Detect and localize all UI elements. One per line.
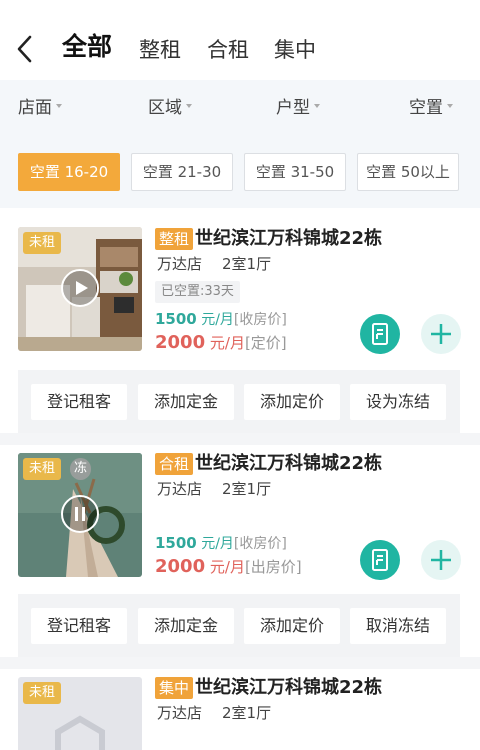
filter-label: 区域 [148, 98, 182, 118]
caret-down-icon [56, 104, 62, 108]
add-button[interactable] [421, 314, 461, 354]
room-layout: 2室1厅 [222, 704, 272, 722]
listing-card[interactable]: 未租 冻 合租 世纪滨江万科锦城22栋 万达店 2室1厅 1500 元/月[收房… [0, 445, 480, 667]
add-pricing-button[interactable]: 添加定价 [244, 608, 340, 644]
listing-photo[interactable]: 未租 [18, 227, 142, 351]
freeze-button[interactable]: 设为冻结 [350, 384, 446, 420]
filter-label: 空置 [409, 98, 443, 118]
purchase-price-label: [收房价] [233, 312, 287, 328]
rent-type-tag: 集中 [155, 677, 194, 699]
filter-label: 户型 [276, 98, 310, 118]
filter-area-dropdown[interactable]: 区域 [148, 80, 192, 136]
document-icon [372, 323, 388, 345]
play-button-icon[interactable] [61, 269, 99, 307]
action-bar: 登记租客 添加定金 添加定价 取消冻结 [18, 594, 460, 658]
listed-price-label: [定价] [244, 334, 287, 352]
tab-all[interactable]: 全部 [62, 33, 112, 61]
plus-icon [431, 550, 451, 570]
status-badge: 未租 [23, 232, 62, 254]
listing-title[interactable]: 世纪滨江万科锦城22栋 [195, 452, 382, 476]
listed-price-unit: 元/月 [209, 558, 245, 576]
tab-centralized[interactable]: 集中 [274, 36, 316, 64]
chip-vacant-31-50[interactable]: 空置 31-50 [244, 153, 346, 191]
rent-type-tag: 整租 [155, 228, 194, 250]
listed-price-label: [出房价] [244, 558, 302, 576]
add-deposit-button[interactable]: 添加定金 [138, 384, 234, 420]
listing-card[interactable]: 未租 整租 世纪滨江万科锦城22栋 万达店 2室1厅 已空置:33天 1500 … [0, 208, 480, 444]
purchase-price-label: [收房价] [233, 536, 287, 552]
caret-down-icon [447, 104, 453, 108]
store-name: 万达店 [157, 704, 203, 722]
unfreeze-button[interactable]: 取消冻结 [350, 608, 446, 644]
pause-button-icon[interactable] [61, 495, 99, 533]
room-layout: 2室1厅 [222, 480, 272, 498]
frozen-badge: 冻 [70, 458, 92, 480]
listed-price-value: 2000 [155, 332, 206, 353]
store-name: 万达店 [157, 255, 203, 273]
caret-down-icon [186, 104, 192, 108]
listing-title[interactable]: 世纪滨江万科锦城22栋 [195, 227, 382, 251]
register-tenant-button[interactable]: 登记租客 [31, 608, 127, 644]
room-layout: 2室1厅 [222, 255, 272, 273]
filter-layout-dropdown[interactable]: 户型 [276, 80, 320, 136]
top-navigation: 全部 整租 合租 集中 [0, 0, 480, 80]
divider [0, 657, 480, 669]
listing-photo[interactable]: 未租 冻 [18, 453, 142, 577]
purchase-price-value: 1500 [155, 310, 197, 328]
listing-card[interactable]: 未租 集中 世纪滨江万科锦城22栋 万达店 2室1厅 [0, 669, 480, 750]
caret-down-icon [314, 104, 320, 108]
purchase-price-value: 1500 [155, 534, 197, 552]
status-badge: 未租 [23, 458, 62, 480]
rent-type-tag: 合租 [155, 453, 194, 475]
vacancy-chip-row: 空置 16-20 空置 21-30 空置 31-50 空置 50以上 [0, 136, 480, 208]
listed-price-unit: 元/月 [209, 334, 245, 352]
filter-bar: 店面 区域 户型 空置 [0, 80, 480, 136]
purchase-price-unit: 元/月 [201, 312, 234, 328]
store-name: 万达店 [157, 480, 203, 498]
listed-price: 2000 元/月[定价] [155, 332, 287, 354]
status-badge: 未租 [23, 682, 62, 704]
vacant-days-badge: 已空置:33天 [155, 281, 240, 303]
purchase-price-unit: 元/月 [201, 536, 234, 552]
action-bar: 登记租客 添加定金 添加定价 设为冻结 [18, 370, 460, 434]
listed-price: 2000 元/月[出房价] [155, 556, 302, 578]
listed-price-value: 2000 [155, 556, 206, 577]
divider [0, 433, 480, 445]
plus-icon [431, 324, 451, 344]
add-deposit-button[interactable]: 添加定金 [138, 608, 234, 644]
contract-document-button[interactable] [360, 540, 400, 580]
add-button[interactable] [421, 540, 461, 580]
register-tenant-button[interactable]: 登记租客 [31, 384, 127, 420]
listing-photo-placeholder[interactable]: 未租 [18, 677, 142, 750]
document-icon [372, 549, 388, 571]
back-arrow-icon[interactable] [14, 34, 36, 64]
add-pricing-button[interactable]: 添加定价 [244, 384, 340, 420]
chip-vacant-16-20[interactable]: 空置 16-20 [18, 153, 120, 191]
tab-whole-rent[interactable]: 整租 [139, 36, 181, 64]
purchase-price: 1500 元/月[收房价] [155, 309, 287, 330]
listing-title[interactable]: 世纪滨江万科锦城22栋 [195, 676, 382, 700]
purchase-price: 1500 元/月[收房价] [155, 533, 287, 554]
chip-vacant-21-30[interactable]: 空置 21-30 [131, 153, 233, 191]
filter-label: 店面 [18, 98, 52, 118]
tab-shared-rent[interactable]: 合租 [207, 36, 249, 64]
filter-store-dropdown[interactable]: 店面 [18, 80, 62, 136]
contract-document-button[interactable] [360, 314, 400, 354]
filter-vacancy-dropdown[interactable]: 空置 [409, 80, 453, 136]
chip-vacant-50-plus[interactable]: 空置 50以上 [357, 153, 459, 191]
